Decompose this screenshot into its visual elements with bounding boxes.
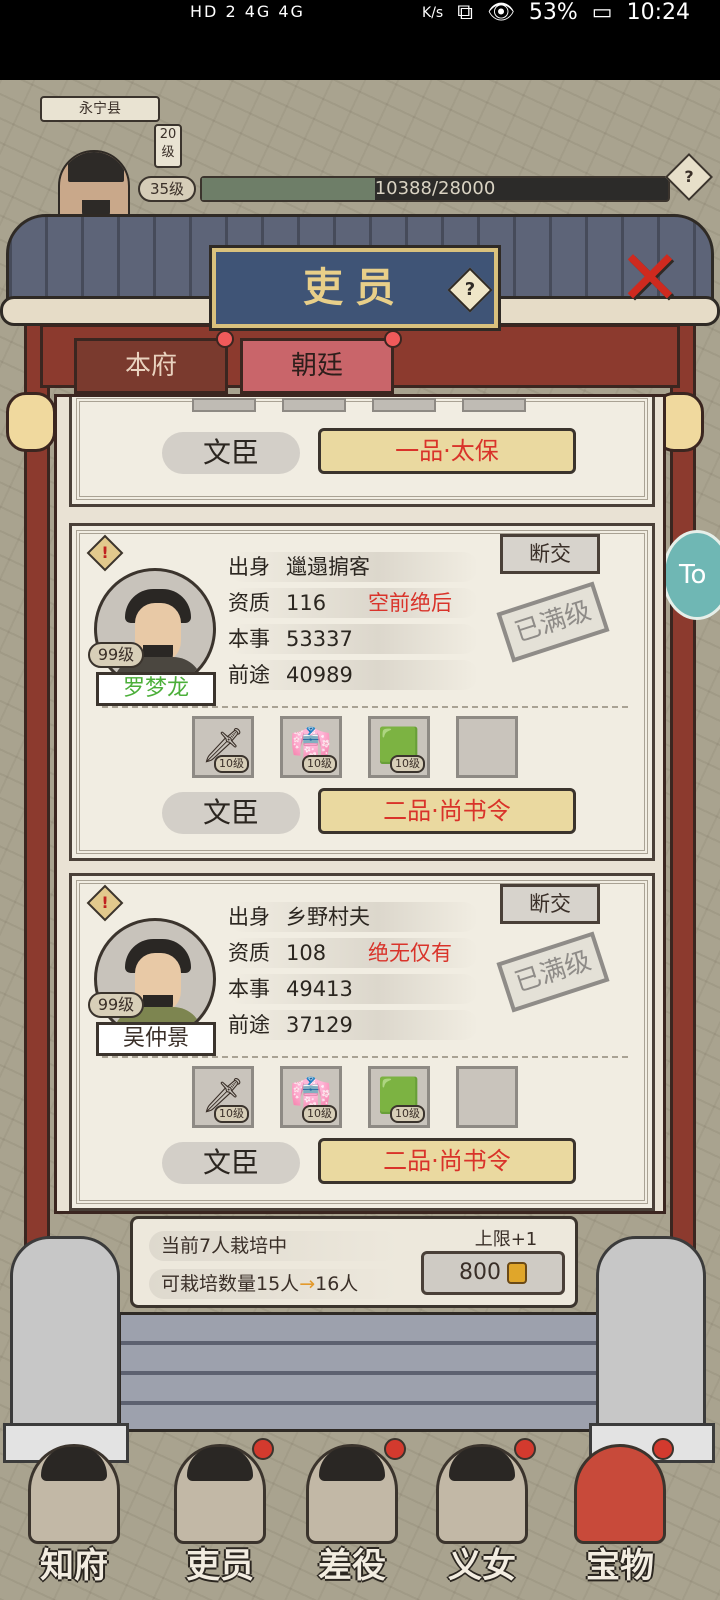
break-ties-button[interactable]: 断交: [500, 884, 600, 924]
exp-text: 10388/28000: [374, 178, 496, 199]
official-name: 吴仲景: [96, 1022, 216, 1056]
stat-skill: 本事 53337: [228, 624, 478, 654]
equip-slot-sword[interactable]: 🗡 10级: [192, 1066, 254, 1128]
question-icon: ?: [464, 279, 476, 300]
max-level-stamp: 已满级: [496, 931, 610, 1013]
stat-origin: 出身 邋遢掮客: [228, 552, 478, 582]
speed-indicator: K/s: [422, 4, 444, 21]
role-label: 文臣: [162, 432, 300, 474]
official-name: 罗梦龙: [96, 672, 216, 706]
aptitude-tag: 绝无仅有: [368, 941, 452, 965]
coin-icon: [507, 1262, 527, 1284]
cultivation-box: 当前7人栽培中 可栽培数量15人→16人 上限+1 800: [130, 1216, 578, 1308]
stat-skill: 本事 49413: [228, 974, 478, 1004]
divider: [102, 706, 632, 708]
lantern-icon: [6, 392, 56, 452]
tab-local-office[interactable]: 本府: [74, 338, 228, 394]
role-label: 文臣: [162, 792, 300, 834]
equip-slots-partial: [192, 398, 526, 412]
battery-percent: 53%: [528, 0, 578, 25]
notification-dot: [384, 1438, 406, 1460]
official-level: 99级: [88, 642, 144, 668]
question-icon: ?: [684, 167, 694, 186]
tab-red-dot: [384, 330, 402, 348]
bottom-nav: 知府 吏员 差役 义女 宝物: [0, 1428, 720, 1600]
official-avatar-icon: [174, 1444, 266, 1544]
eye-icon: 👁: [486, 0, 515, 25]
official-level: 99级: [88, 992, 144, 1018]
rank-button[interactable]: 一品·太保: [318, 428, 576, 474]
limit-label: 上限+1: [474, 1229, 538, 1250]
status-bar: HD 2 4G 4G K/s ⧉ 👁 53% ▭ 10:24: [0, 0, 720, 80]
official-card: ! 99级 吴仲景 出身 乡野村夫 资质 108 绝无仅有 本事 49413 前途 371…: [69, 873, 655, 1211]
warning-icon[interactable]: !: [86, 534, 124, 572]
stat-aptitude: 资质 116 空前绝后: [228, 588, 478, 618]
equip-slot-sword[interactable]: 🗡 10级: [192, 716, 254, 778]
exp-bar: 10388/28000: [200, 176, 670, 202]
nav-prefect[interactable]: 知府: [14, 1428, 134, 1600]
equip-slot-jade[interactable]: 🟩 10级: [368, 716, 430, 778]
official-card: ! 99级 罗梦龙 出身 邋遢掮客 资质 116 空前绝后 本事 53337 前途 409…: [69, 523, 655, 861]
notification-dot: [514, 1438, 536, 1460]
runner-avatar-icon: [306, 1444, 398, 1544]
nav-runners[interactable]: 差役: [292, 1428, 412, 1600]
tab-red-dot: [216, 330, 234, 348]
aptitude-tag: 空前绝后: [368, 591, 452, 615]
county-name[interactable]: 永宁县: [40, 96, 160, 122]
max-level-stamp: 已满级: [496, 581, 610, 663]
official-card: 文臣 一品·太保: [69, 397, 655, 507]
equip-slot-robe[interactable]: 👘 10级: [280, 1066, 342, 1128]
stat-origin: 出身 乡野村夫: [228, 902, 478, 932]
dialog-title-plaque: 吏员 ?: [209, 245, 501, 331]
nav-daughters[interactable]: 义女: [422, 1428, 542, 1600]
equip-slot-robe[interactable]: 👘 10级: [280, 716, 342, 778]
prefect-avatar-icon: [28, 1444, 120, 1544]
nav-treasures[interactable]: 宝物: [560, 1428, 680, 1600]
warning-icon[interactable]: !: [86, 884, 124, 922]
daughter-avatar-icon: [436, 1444, 528, 1544]
treasure-icon: [574, 1444, 666, 1544]
rank-button[interactable]: 二品·尚书令: [318, 1138, 576, 1184]
break-ties-button[interactable]: 断交: [500, 534, 600, 574]
clock: 10:24: [626, 0, 690, 25]
official-list[interactable]: 文臣 一品·太保 ! 99级 罗梦龙 出身 邋遢掮客 资质 116 空前绝后 本事 53…: [54, 394, 666, 1214]
right-pillar: [670, 320, 696, 1360]
county-level: 20级: [154, 124, 182, 168]
tab-court[interactable]: 朝廷: [240, 338, 394, 394]
notification-dot: [252, 1438, 274, 1460]
rank-button[interactable]: 二品·尚书令: [318, 788, 576, 834]
cultivating-count: 当前7人栽培中: [149, 1231, 399, 1261]
arrow-right-icon: →: [299, 1273, 316, 1295]
stat-prospect: 前途 37129: [228, 1010, 478, 1040]
role-label: 文臣: [162, 1142, 300, 1184]
close-button[interactable]: ✕: [612, 240, 688, 316]
equip-slot-empty[interactable]: [456, 1066, 518, 1128]
equip-slot-empty[interactable]: [456, 716, 518, 778]
cast-icon: ⧉: [457, 0, 473, 25]
nav-officials[interactable]: 吏员: [160, 1428, 280, 1600]
network-indicators: HD 2 4G 4G: [190, 2, 305, 21]
stone-lion-icon: [589, 1236, 715, 1463]
gate-steps: [118, 1312, 602, 1432]
stat-aptitude: 资质 108 绝无仅有: [228, 938, 478, 968]
left-pillar: [24, 320, 50, 1360]
divider: [102, 1056, 632, 1058]
notification-dot: [652, 1438, 674, 1460]
equip-slot-jade[interactable]: 🟩 10级: [368, 1066, 430, 1128]
stat-prospect: 前途 40989: [228, 660, 478, 690]
battery-icon: ▭: [591, 0, 613, 25]
player-level: 35级: [138, 176, 196, 202]
cultivation-capacity: 可栽培数量15人→16人: [149, 1269, 399, 1299]
stone-lion-icon: [3, 1236, 129, 1463]
increase-limit-button[interactable]: 800: [421, 1251, 565, 1295]
